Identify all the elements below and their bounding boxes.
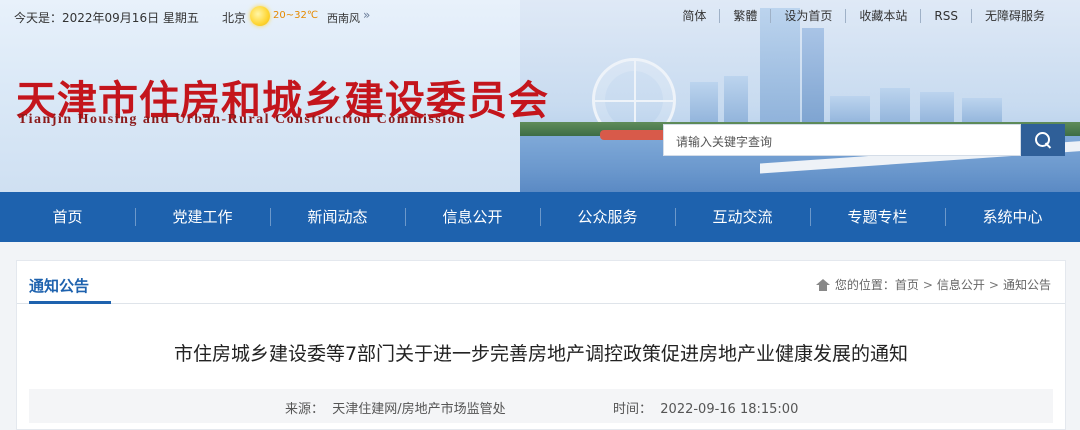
article-time: 时间： 2022-09-16 18:15:00	[613, 398, 798, 417]
chevron-right-icon[interactable]: »	[363, 8, 370, 22]
section-tab-notices[interactable]: 通知公告	[29, 275, 89, 296]
nav-system-center[interactable]: 系统中心	[945, 192, 1080, 242]
nav-home[interactable]: 首页	[0, 192, 135, 242]
site-logo-subtitle: Tianjin Housing and Urban-Rural Construc…	[18, 112, 466, 127]
building	[690, 82, 718, 126]
breadcrumb-item-info[interactable]: 信息公开	[937, 276, 985, 293]
weather-city: 北京	[222, 11, 247, 25]
weather-temperature: 20~32℃	[273, 10, 319, 21]
skyscraper	[802, 28, 824, 126]
building	[724, 76, 748, 126]
article-meta: 来源： 天津住建网/房地产市场监管处 时间： 2022-09-16 18:15:…	[29, 389, 1053, 423]
breadcrumb: 您的位置： 首页 > 信息公开 > 通知公告	[815, 276, 1051, 293]
breadcrumb-prefix: 您的位置：	[834, 278, 895, 292]
time-value: 2022-09-16 18:15:00	[660, 402, 799, 417]
site-header: 今天是：2022年09月16日 星期五 北京 20~32℃ 西南风 » 简体 繁…	[0, 0, 1080, 192]
building	[920, 92, 954, 126]
top-info-bar: 今天是：2022年09月16日 星期五 北京 20~32℃ 西南风 » 简体 繁…	[0, 0, 1080, 34]
nav-public-service[interactable]: 公众服务	[540, 192, 675, 242]
article-title: 市住房城乡建设委等7部门关于进一步完善房地产调控政策促进房地产业健康发展的通知	[173, 343, 909, 365]
nav-interaction[interactable]: 互动交流	[675, 192, 810, 242]
link-bookmark-site[interactable]: 收藏本站	[845, 9, 920, 23]
source-label: 来源：	[285, 402, 325, 417]
link-simplified-chinese[interactable]: 简体	[669, 9, 719, 23]
sun-icon	[250, 6, 270, 26]
home-icon	[815, 278, 830, 291]
source-value: 天津住建网/房地产市场监管处	[332, 402, 506, 417]
link-set-homepage[interactable]: 设为首页	[770, 9, 845, 23]
breadcrumb-item-notices[interactable]: 通知公告	[1003, 276, 1051, 293]
nav-special-topics[interactable]: 专题专栏	[810, 192, 945, 242]
building	[880, 88, 910, 126]
nav-news[interactable]: 新闻动态	[270, 192, 405, 242]
search-input[interactable]: 请输入关键字查询	[663, 124, 1021, 156]
weather-wind: 西南风	[327, 12, 360, 25]
nav-party-building[interactable]: 党建工作	[135, 192, 270, 242]
search-button[interactable]	[1021, 124, 1065, 156]
link-traditional-chinese[interactable]: 繁體	[719, 9, 770, 23]
time-label: 时间：	[613, 402, 653, 417]
main-navigation: 首页 党建工作 新闻动态 信息公开 公众服务 互动交流 专题专栏 系统中心	[0, 192, 1080, 242]
search-icon	[1035, 132, 1051, 148]
top-links: 简体 繁體 设为首页 收藏本站 RSS 无障碍服务	[669, 9, 1058, 23]
link-rss[interactable]: RSS	[920, 9, 971, 23]
breadcrumb-separator: >	[922, 277, 933, 292]
nav-info-disclosure[interactable]: 信息公开	[405, 192, 540, 242]
current-date: 今天是：2022年09月16日 星期五	[14, 11, 199, 25]
article-panel: 通知公告 您的位置： 首页 > 信息公开 > 通知公告 市住房城乡建设委等7部门…	[16, 260, 1066, 430]
breadcrumb-separator: >	[988, 277, 999, 292]
link-accessibility[interactable]: 无障碍服务	[970, 9, 1058, 23]
section-divider	[17, 303, 1065, 304]
breadcrumb-item-home[interactable]: 首页	[895, 276, 919, 293]
article-source: 来源： 天津住建网/房地产市场监管处	[285, 398, 506, 417]
section-tab-underline	[29, 301, 111, 304]
